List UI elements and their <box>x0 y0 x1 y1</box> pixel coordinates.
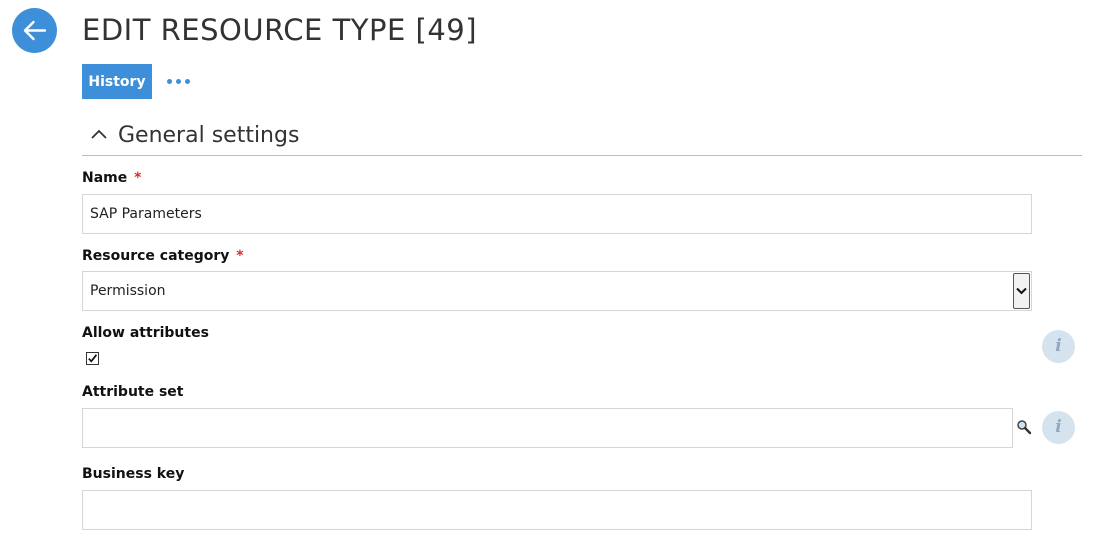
back-button[interactable] <box>12 8 57 53</box>
history-button[interactable]: History <box>82 64 152 99</box>
attribute-set-input[interactable] <box>82 408 1013 448</box>
business-key-input[interactable] <box>82 490 1032 530</box>
business-key-label: Business key <box>82 466 185 482</box>
search-button[interactable] <box>1016 419 1032 435</box>
name-label-text: Name <box>82 170 128 186</box>
name-input[interactable] <box>82 194 1032 234</box>
resource-category-selected: Permission <box>90 283 166 299</box>
info-icon-glyph: i <box>1055 336 1062 356</box>
chevron-up-icon <box>91 129 107 139</box>
resource-category-label: Resource category * <box>82 248 244 264</box>
magnifier-icon <box>1017 420 1032 435</box>
more-dot-icon <box>176 79 181 84</box>
info-icon[interactable]: i <box>1042 411 1075 444</box>
more-options-button[interactable] <box>166 70 192 92</box>
attribute-set-label: Attribute set <box>82 384 184 400</box>
section-title: General settings <box>118 123 300 148</box>
section-header-general-settings[interactable]: General settings <box>82 118 1082 156</box>
chevron-down-icon <box>1016 287 1027 295</box>
info-icon-glyph: i <box>1055 417 1062 437</box>
resource-category-select[interactable]: Permission <box>82 271 1032 311</box>
allow-attributes-label: Allow attributes <box>82 325 209 341</box>
allow-attributes-checkbox[interactable] <box>86 352 99 365</box>
page-title: EDIT RESOURCE TYPE [49] <box>82 13 478 47</box>
required-mark: * <box>236 248 244 264</box>
info-icon[interactable]: i <box>1042 330 1075 363</box>
name-label: Name * <box>82 170 141 186</box>
required-mark: * <box>134 170 142 186</box>
checkmark-icon <box>88 354 98 363</box>
more-dot-icon <box>185 79 190 84</box>
select-dropdown-button[interactable] <box>1013 273 1030 309</box>
more-dot-icon <box>167 79 172 84</box>
resource-category-label-text: Resource category <box>82 248 230 264</box>
arrow-left-icon <box>23 20 47 41</box>
